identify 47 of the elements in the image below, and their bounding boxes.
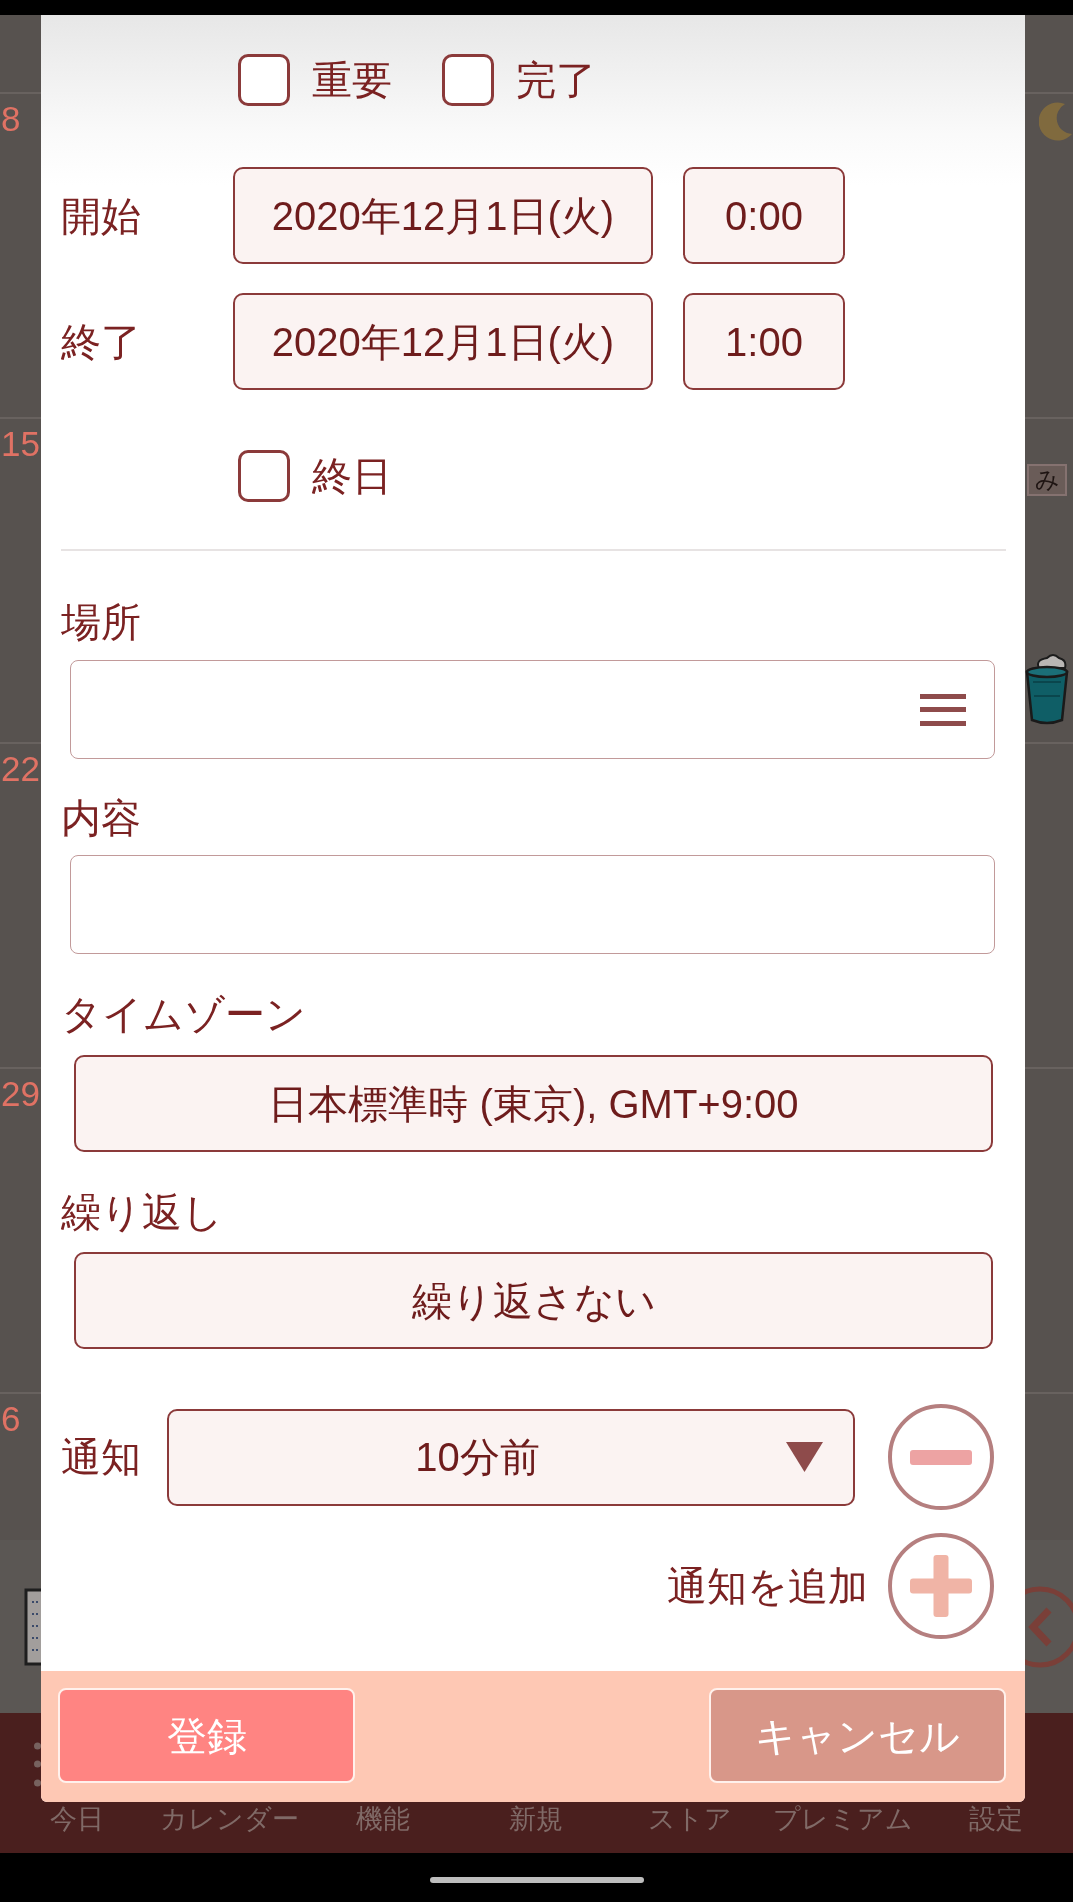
day-number: 15	[0, 424, 40, 464]
content-field[interactable]	[70, 855, 995, 954]
nav-tab[interactable]: 今日	[49, 1804, 104, 1834]
location-field[interactable]	[70, 660, 995, 759]
repeat-button[interactable]: 繰り返さない	[74, 1252, 993, 1349]
dots-icon	[34, 1742, 41, 1787]
cancel-button[interactable]: キャンセル	[709, 1688, 1006, 1783]
day-number: 8	[0, 99, 21, 139]
checkbox[interactable]	[238, 54, 290, 106]
field-label: 内容	[61, 795, 142, 841]
checkbox-label: 終日	[312, 453, 392, 499]
field-label: タイムゾーン	[61, 991, 307, 1037]
nav-tab[interactable]: 設定	[969, 1804, 1024, 1834]
checkbox[interactable]	[442, 54, 494, 106]
add-notification-label: 通知を追加	[667, 1563, 868, 1609]
timezone-button[interactable]: 日本標準時 (東京), GMT+9:00	[74, 1055, 993, 1152]
bucket-icon	[1025, 652, 1069, 726]
checkbox-label: 重要	[312, 57, 392, 103]
day-number: 6	[0, 1399, 21, 1439]
field-label: 場所	[61, 599, 142, 645]
notepad-icon[interactable]	[24, 1587, 41, 1666]
day-number: 29	[0, 1074, 40, 1114]
notification-dropdown[interactable]: 10分前	[167, 1408, 855, 1506]
field-label: 開始	[61, 192, 142, 239]
submit-button[interactable]: 登録	[58, 1688, 355, 1783]
nav-tab[interactable]: カレンダー	[160, 1804, 300, 1834]
moon-icon	[1039, 102, 1073, 142]
checkbox-label: 完了	[516, 57, 596, 103]
menu-icon[interactable]	[920, 693, 966, 726]
field-label: 通知	[61, 1434, 142, 1480]
dropdown-arrow-icon	[786, 1442, 823, 1472]
nav-tab[interactable]: プレミアム	[773, 1804, 914, 1834]
field-label: 繰り返し	[61, 1189, 224, 1235]
nav-tab[interactable]: 機能	[356, 1804, 411, 1834]
nav-tab[interactable]: 新規	[509, 1804, 564, 1834]
date-field[interactable]: 2020年12月1日(火)	[233, 293, 653, 390]
nav-tab[interactable]: ストア	[647, 1804, 732, 1834]
home-indicator[interactable]	[429, 1876, 644, 1883]
event-tag: み	[1027, 464, 1067, 496]
checkbox[interactable]	[238, 450, 290, 502]
plus-icon	[910, 1555, 972, 1617]
minus-icon	[910, 1449, 972, 1465]
time-field[interactable]: 0:00	[683, 167, 845, 264]
day-number: 22	[0, 749, 40, 789]
date-field[interactable]: 2020年12月1日(火)	[233, 167, 653, 264]
time-field[interactable]: 1:00	[683, 293, 845, 390]
field-label: 終了	[61, 318, 142, 365]
